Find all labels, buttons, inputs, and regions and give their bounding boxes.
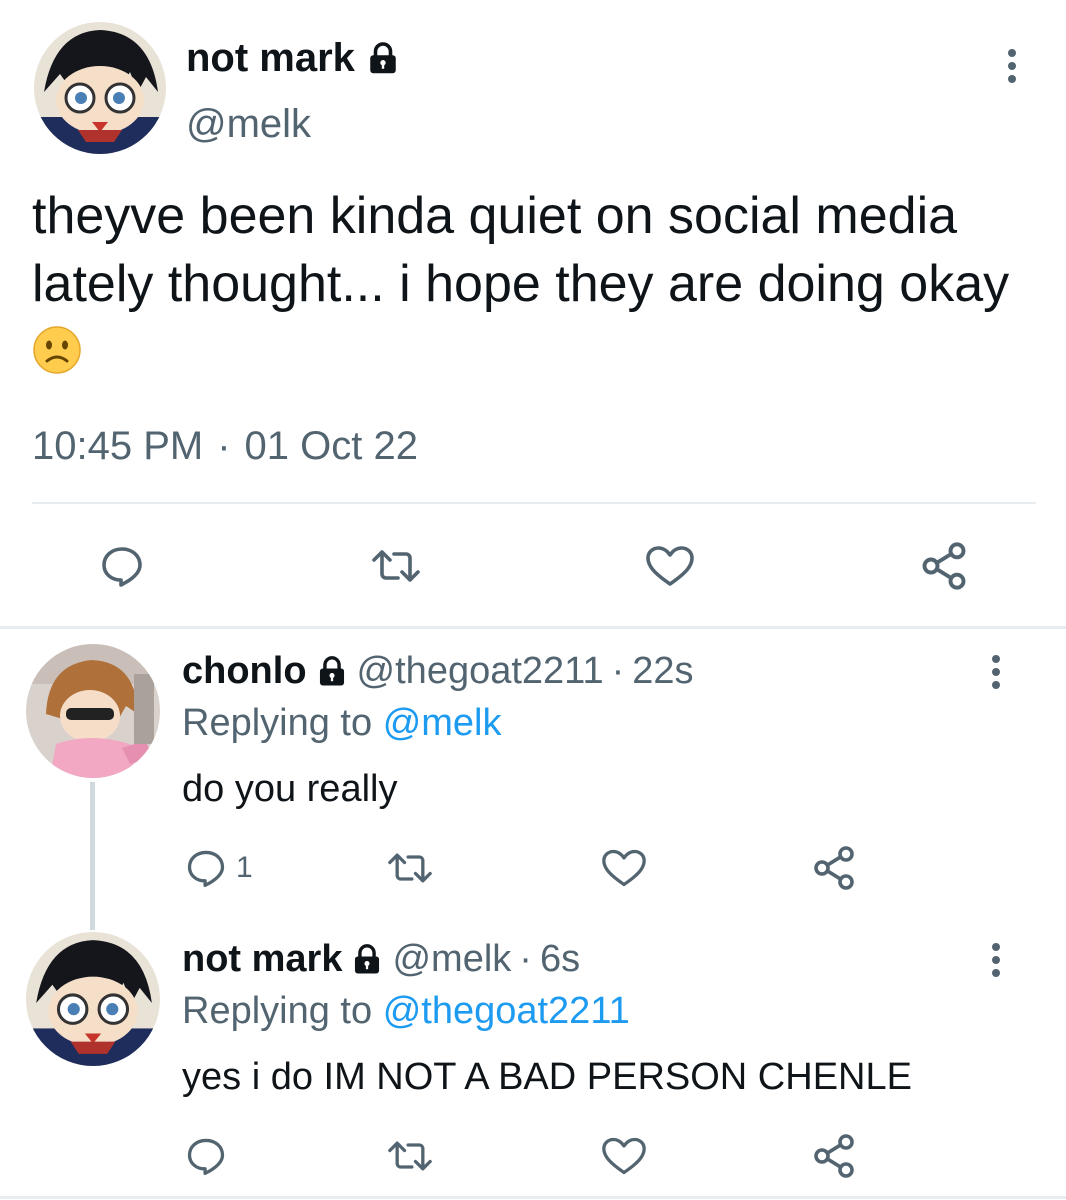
reply-button[interactable] xyxy=(184,1134,228,1178)
lock-icon xyxy=(355,943,380,973)
like-button[interactable] xyxy=(644,542,696,590)
reply-time[interactable]: 22s xyxy=(632,650,693,693)
lock-icon xyxy=(319,655,344,685)
display-name[interactable]: chonlo xyxy=(182,650,307,693)
reply-button[interactable] xyxy=(98,542,146,590)
reply-header: not mark @melk · 6s xyxy=(182,938,580,981)
replying-to: Replying to @melk xyxy=(182,702,502,745)
reply-icon xyxy=(187,850,225,888)
heart-icon xyxy=(602,849,646,887)
thread-connector xyxy=(90,782,95,930)
divider xyxy=(32,502,1036,504)
retweet-button[interactable] xyxy=(382,846,438,890)
like-button[interactable] xyxy=(600,1134,648,1178)
reply-icon xyxy=(102,547,142,587)
heart-icon xyxy=(602,1137,646,1175)
meta-separator: · xyxy=(217,424,231,468)
meta-separator: · xyxy=(611,650,625,692)
share-icon xyxy=(922,542,966,590)
reply-header: chonlo @thegoat2211 · 22s xyxy=(182,650,694,693)
reply-author-avatar[interactable] xyxy=(26,644,160,778)
share-button[interactable] xyxy=(810,844,858,892)
divider xyxy=(0,626,1066,629)
reply-text: yes i do IM NOT A BAD PERSON CHENLE xyxy=(182,1056,912,1098)
handle[interactable]: @melk xyxy=(392,938,511,981)
retweet-button[interactable] xyxy=(366,542,426,590)
reply-author-avatar[interactable] xyxy=(26,932,160,1066)
retweet-icon xyxy=(388,853,432,883)
display-name: not mark xyxy=(186,36,355,80)
replying-mention[interactable]: @thegoat2211 xyxy=(383,990,630,1032)
share-icon xyxy=(814,846,854,890)
tweet-timestamp[interactable]: 10:45 PM · 01 Oct 22 xyxy=(32,424,418,469)
reply-time[interactable]: 6s xyxy=(540,938,580,981)
retweet-icon xyxy=(388,1141,432,1171)
main-author-handle[interactable]: @melk xyxy=(186,102,311,147)
replying-mention[interactable]: @melk xyxy=(383,702,502,744)
display-name[interactable]: not mark xyxy=(182,938,342,981)
main-author-avatar[interactable] xyxy=(34,22,166,154)
tweet-thread: not mark @melk theyve been kinda quiet o… xyxy=(0,0,1066,1200)
replying-prefix: Replying to xyxy=(182,990,373,1032)
reply-text: do you really xyxy=(182,768,398,810)
meta-separator: · xyxy=(519,938,532,980)
like-button[interactable] xyxy=(600,846,648,890)
replying-prefix: Replying to xyxy=(182,702,373,744)
more-vertical-icon[interactable] xyxy=(986,652,1006,692)
lock-icon xyxy=(370,41,396,73)
reply-button[interactable]: 1 xyxy=(184,846,253,890)
tweet-date: 01 Oct 22 xyxy=(244,424,418,468)
share-icon xyxy=(814,1134,854,1178)
share-button[interactable] xyxy=(918,540,970,592)
more-vertical-icon[interactable] xyxy=(986,940,1006,980)
reply-count: 1 xyxy=(236,851,253,884)
retweet-button[interactable] xyxy=(382,1134,438,1178)
heart-icon xyxy=(646,546,694,586)
replying-to: Replying to @thegoat2211 xyxy=(182,990,630,1033)
more-vertical-icon[interactable] xyxy=(1002,46,1022,86)
tweet-body: theyve been kinda quiet on social media … xyxy=(32,187,1010,313)
main-author-name[interactable]: not mark xyxy=(186,36,401,81)
share-button[interactable] xyxy=(810,1132,858,1180)
slightly-frowning-face-icon xyxy=(33,326,81,374)
divider xyxy=(0,1196,1066,1199)
tweet-time: 10:45 PM xyxy=(32,424,204,468)
retweet-icon xyxy=(372,550,420,582)
handle[interactable]: @thegoat2211 xyxy=(357,650,604,693)
reply-icon xyxy=(187,1138,225,1176)
main-tweet-text: theyve been kinda quiet on social media … xyxy=(32,182,1032,386)
